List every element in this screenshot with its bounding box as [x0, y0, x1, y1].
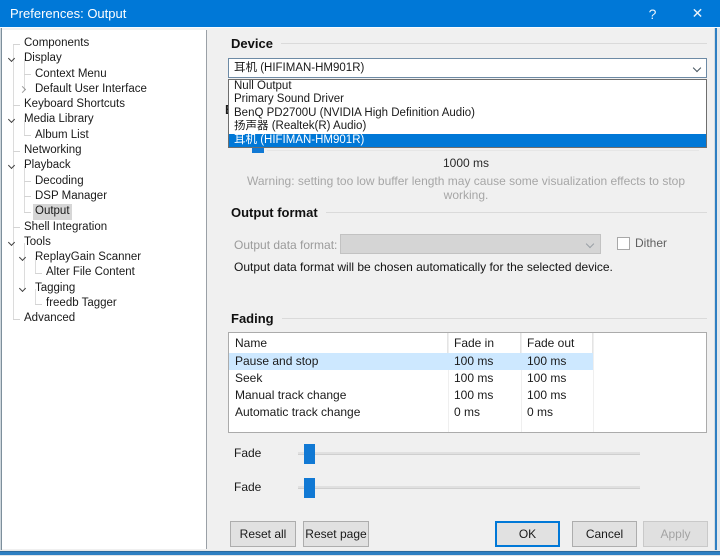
section-divider	[282, 318, 707, 319]
fade-out-slider-handle[interactable]	[304, 478, 315, 498]
fade-in-slider-label: Fade	[234, 446, 294, 460]
chevron-down-icon[interactable]	[8, 162, 15, 169]
chevron-down-icon[interactable]	[8, 239, 15, 246]
buffer-warning-text: Warning: setting too low buffer length m…	[225, 174, 707, 202]
title-bar: Preferences: Output ? ✕	[0, 0, 720, 28]
output-format-section-header: Output format	[225, 205, 707, 220]
chevron-right-icon[interactable]	[19, 86, 26, 93]
tree-item-replaygain-scanner[interactable]: ReplayGain Scanner	[2, 250, 206, 265]
chevron-down-icon[interactable]	[8, 116, 15, 123]
chevron-down-icon[interactable]	[19, 254, 26, 261]
output-format-note: Output data format will be chosen automa…	[234, 260, 613, 274]
tree-item-advanced[interactable]: Advanced	[2, 311, 206, 326]
close-button[interactable]: ✕	[675, 0, 720, 28]
output-data-format-label: Output data format:	[234, 238, 337, 252]
fading-table-header: Name Fade in Fade out	[229, 333, 706, 353]
tree-connector	[24, 196, 31, 197]
tree-item-tools[interactable]: Tools	[2, 235, 206, 250]
fade-in-slider-track[interactable]	[298, 452, 640, 455]
section-divider	[326, 212, 707, 213]
table-row-automatic-track-change[interactable]: Automatic track change 0 ms 0 ms	[229, 404, 706, 421]
section-divider	[281, 43, 707, 44]
table-row-manual-track-change[interactable]: Manual track change 100 ms 100 ms	[229, 387, 706, 404]
fading-table: Name Fade in Fade out Pause and stop 100…	[228, 332, 707, 433]
fading-section-header: Fading	[225, 311, 707, 326]
tree-item-context-menu[interactable]: Context Menu	[2, 67, 206, 82]
tree-connector	[24, 74, 31, 75]
dither-checkbox[interactable]	[617, 237, 630, 250]
tree-connector	[13, 227, 20, 228]
table-row-pause-and-stop-selected[interactable]: Pause and stop 100 ms 100 ms	[229, 353, 706, 370]
tree-connector	[35, 304, 42, 305]
ok-button[interactable]: OK	[495, 521, 560, 547]
window-border-bottom	[0, 550, 720, 556]
tree-item-networking[interactable]: Networking	[2, 143, 206, 158]
chevron-down-icon[interactable]	[693, 64, 701, 72]
column-header-fade-out[interactable]: Fade out	[521, 333, 593, 353]
device-combobox-value: 耳机 (HIFIMAN-HM901R)	[234, 62, 364, 74]
cancel-button[interactable]: Cancel	[572, 521, 637, 547]
device-option-hifiman-highlighted[interactable]: 耳机 (HIFIMAN-HM901R)	[229, 134, 706, 147]
fade-in-slider-handle[interactable]	[304, 444, 315, 464]
device-combobox[interactable]: 耳机 (HIFIMAN-HM901R)	[228, 58, 707, 78]
chevron-down-icon[interactable]	[19, 285, 26, 292]
tree-item-keyboard-shortcuts[interactable]: Keyboard Shortcuts	[2, 97, 206, 112]
tree-connector	[24, 212, 31, 213]
tree-item-components[interactable]: Components	[2, 36, 206, 51]
tree-connector	[35, 273, 42, 274]
reset-page-button[interactable]: Reset page	[303, 521, 369, 547]
tree-item-display[interactable]: Display	[2, 51, 206, 66]
reset-all-button[interactable]: Reset all	[230, 521, 296, 547]
dither-label: Dither	[635, 236, 667, 250]
fade-out-slider-label: Fade	[234, 480, 294, 494]
tree-item-shell-integration[interactable]: Shell Integration	[2, 220, 206, 235]
table-row-seek[interactable]: Seek 100 ms 100 ms	[229, 370, 706, 387]
tree-item-playback[interactable]: Playback	[2, 158, 206, 173]
window-title: Preferences: Output	[0, 6, 630, 21]
preferences-tree: Components Display Context Menu Default …	[2, 30, 207, 549]
tree-item-decoding[interactable]: Decoding	[2, 174, 206, 189]
tree-item-album-list[interactable]: Album List	[2, 128, 206, 143]
tree-item-tagging[interactable]: Tagging	[2, 281, 206, 296]
apply-button-disabled[interactable]: Apply	[643, 521, 708, 547]
column-header-fade-in[interactable]: Fade in	[448, 333, 521, 353]
device-section-header: Device	[225, 36, 707, 51]
tree-item-dsp-manager[interactable]: DSP Manager	[2, 189, 206, 204]
tree-item-default-user-interface[interactable]: Default User Interface	[2, 82, 206, 97]
tree-connector	[13, 44, 20, 45]
device-option-speakers-realtek[interactable]: 扬声器 (Realtek(R) Audio)	[229, 120, 706, 133]
buffer-length-slider-track[interactable]	[267, 150, 699, 151]
tree-connector	[24, 135, 31, 136]
buffer-length-value: 1000 ms	[225, 156, 707, 170]
preferences-window: Preferences: Output ? ✕ Components Displ…	[0, 0, 720, 556]
chevron-down-icon	[586, 240, 594, 248]
tree-connector	[13, 105, 20, 106]
tree-item-output-selected[interactable]: Output	[2, 204, 206, 219]
fade-out-slider-track[interactable]	[298, 486, 640, 489]
output-settings-panel: Device 耳机 (HIFIMAN-HM901R) Buffer length…	[225, 28, 707, 549]
device-option-primary-sound-driver[interactable]: Primary Sound Driver	[229, 93, 706, 106]
tree-item-alter-file-content[interactable]: Alter File Content	[2, 265, 206, 280]
window-border-right	[714, 28, 720, 556]
tree-item-freedb-tagger[interactable]: freedb Tagger	[2, 296, 206, 311]
output-data-format-combobox-disabled	[340, 234, 601, 254]
dither-control: Dither	[617, 236, 667, 250]
help-button[interactable]: ?	[630, 0, 675, 28]
tree-connector	[13, 151, 20, 152]
column-header-name[interactable]: Name	[229, 333, 448, 353]
device-option-benq[interactable]: BenQ PD2700U (NVIDIA High Definition Aud…	[229, 107, 706, 120]
device-dropdown-list: Null Output Primary Sound Driver BenQ PD…	[228, 79, 707, 148]
tree-item-media-library[interactable]: Media Library	[2, 112, 206, 127]
chevron-down-icon[interactable]	[8, 55, 15, 62]
tree-connector	[24, 181, 31, 182]
device-option-null-output[interactable]: Null Output	[229, 80, 706, 93]
tree-connector	[13, 319, 20, 320]
